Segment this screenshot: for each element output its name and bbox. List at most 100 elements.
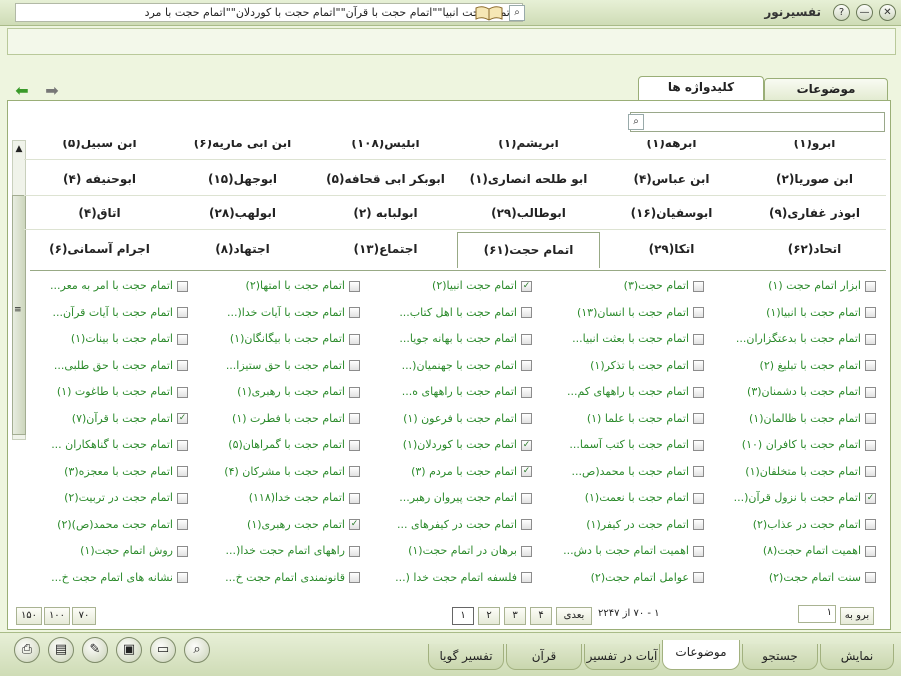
checklist-item[interactable]: اتمام حجت با متخلفان(۱)	[714, 459, 876, 485]
tab-quran[interactable]: قرآن	[506, 644, 582, 670]
checkbox[interactable]	[865, 572, 876, 583]
keyword-item[interactable]: ابریشم(۱)	[457, 140, 600, 160]
checkbox[interactable]	[693, 439, 704, 451]
checkbox[interactable]	[177, 386, 188, 398]
checklist-item[interactable]: روش اتمام حجت(۱)	[26, 538, 188, 564]
keyword-item[interactable]: اجتماع(۱۳)	[314, 232, 457, 266]
search-query-input[interactable]: "اتمام حجت انبیا""اتمام حجت با قرآن""اتم…	[15, 3, 523, 22]
checklist-item[interactable]: نشانه های اتمام حجت خ...	[26, 565, 188, 591]
checkbox[interactable]	[349, 307, 360, 318]
checklist-item[interactable]: اتمام حجت در تربیت(۲)	[26, 485, 188, 511]
keyword-item[interactable]: ابن ابی ماریه(۶)	[171, 140, 314, 160]
keyword-item-selected[interactable]: اتمام حجت(۶۱)	[457, 232, 600, 268]
book-icon[interactable]: ▤	[48, 637, 74, 663]
checklist-item[interactable]: اتمام حجت محمد(ص)(۲)	[26, 512, 188, 538]
checklist-item[interactable]: اتمام حجت با بینات(۱)	[26, 326, 188, 352]
checklist-item[interactable]: اهمیت اتمام حجت(۸)	[714, 538, 876, 564]
checklist-item[interactable]: اتمام حجت با کتب آسما...	[542, 432, 704, 458]
checkbox[interactable]	[693, 360, 704, 371]
checklist-item[interactable]: اتمام حجت با اهل کتاب...	[370, 300, 532, 326]
checklist-item[interactable]: اتمام حجت با آیات قرآن...	[26, 300, 188, 326]
checklist-item[interactable]: سنت اتمام حجت(۲)	[714, 565, 876, 591]
checklist-item[interactable]: اتمام حجت با جهنمیان(...	[370, 353, 532, 379]
checklist-item[interactable]: اتمام حجت با کافران (۱۰)	[714, 432, 876, 458]
checklist-item[interactable]: اتمام حجت با تذکر(۱)	[542, 353, 704, 379]
checklist-item[interactable]: عوامل اتمام حجت(۲)	[542, 565, 704, 591]
keyword-item[interactable]: اتکا(۲۹)	[600, 232, 743, 266]
keyword-item[interactable]: ابوذر غفاری(۹)	[743, 196, 886, 230]
tab-display[interactable]: نمایش	[820, 644, 894, 670]
checklist-item[interactable]: اتمام حجت در عذاب(۲)	[714, 512, 876, 538]
checkbox[interactable]	[521, 492, 532, 504]
keyword-item[interactable]: ابوبکر ابی قحافه(۵)	[314, 162, 457, 196]
search-icon[interactable]: ⌕	[184, 637, 210, 663]
checkbox[interactable]	[349, 439, 360, 451]
keyword-item[interactable]: اجتهاد(۸)	[171, 232, 314, 266]
page-button[interactable]: ۴	[530, 607, 552, 625]
help-icon[interactable]: ?	[833, 4, 850, 21]
checkbox[interactable]	[177, 572, 188, 583]
checkbox[interactable]	[693, 572, 704, 583]
page-button-current[interactable]: ۱	[452, 607, 474, 625]
checkbox[interactable]	[521, 386, 532, 398]
checkbox-checked[interactable]: ✓	[349, 519, 360, 530]
checkbox[interactable]	[693, 413, 704, 424]
checkbox[interactable]	[177, 519, 188, 530]
checkbox[interactable]	[693, 492, 704, 504]
tab-verses-in-commentary[interactable]: آیات در تفسیر	[584, 644, 660, 670]
checklist-item[interactable]: اتمام حجت با محمد(ص...	[542, 459, 704, 485]
checklist-item[interactable]: اتمام حجت با مشرکان (۴)	[198, 459, 360, 485]
checklist-item[interactable]: اتمام حجت با رهبری(۱)	[198, 379, 360, 405]
checklist-item[interactable]: اتمام حجت با انبیا(۱)	[714, 300, 876, 326]
tab-topics-bottom[interactable]: موضوعات	[662, 640, 740, 670]
checklist-item[interactable]: اتمام حجت با راههای کم...	[542, 379, 704, 405]
keyword-item[interactable]: ابولهب(۲۸)	[171, 196, 314, 230]
checklist-item[interactable]: اتمام حجت پیروان رهبر...	[370, 485, 532, 511]
close-icon[interactable]: ✕	[879, 4, 896, 21]
checklist-item[interactable]: فلسفه اتمام حجت خدا (...	[370, 565, 532, 591]
keyword-item[interactable]: اتاق(۴)	[28, 196, 171, 230]
checklist-item[interactable]: ✓ اتمام حجت رهبری(۱)	[198, 512, 360, 538]
checklist-item[interactable]: ابزار اتمام حجت (۱)	[714, 273, 876, 299]
checkbox[interactable]	[865, 519, 876, 530]
checklist-item[interactable]: راههای اتمام حجت خدا(...	[198, 538, 360, 564]
keyword-item[interactable]: اجرام آسمانی(۶)	[28, 232, 171, 266]
checkbox[interactable]	[177, 466, 188, 477]
checklist-item[interactable]: اتمام حجت با امتها(۲)	[198, 273, 360, 299]
checkbox[interactable]	[177, 307, 188, 318]
checkbox[interactable]	[693, 333, 704, 345]
checkbox[interactable]	[693, 307, 704, 318]
keyword-search-input[interactable]	[630, 112, 885, 132]
checklist-item[interactable]: اتمام حجت با فرعون (۱)	[370, 406, 532, 432]
checklist-item[interactable]: اتمام حجت با بعثت انبیا...	[542, 326, 704, 352]
checkbox[interactable]	[865, 333, 876, 345]
window-icon[interactable]: ▣	[116, 637, 142, 663]
checkbox[interactable]	[865, 545, 876, 557]
checklist-item[interactable]: قانونمندی اتمام حجت خ...	[198, 565, 360, 591]
checklist-item[interactable]: اتمام حجت با راههای ه...	[370, 379, 532, 405]
checklist-item[interactable]: اتمام حجت با بیگانگان(۱)	[198, 326, 360, 352]
search-icon[interactable]: ⌕	[509, 5, 525, 21]
keyword-item[interactable]: ابوحنیفه (۴)	[28, 162, 171, 196]
checklist-item[interactable]: اتمام حجت با دشمنان(۳)	[714, 379, 876, 405]
page-size-button[interactable]: ۱۰۰	[44, 607, 70, 625]
keyword-item[interactable]: ابوسفیان(۱۶)	[600, 196, 743, 230]
checklist-item[interactable]: اتمام حجت خدا(۱۱۸)	[198, 485, 360, 511]
checkbox[interactable]	[693, 545, 704, 557]
keyword-item[interactable]: ابن صوریا(۲)	[743, 162, 886, 196]
checkbox[interactable]	[521, 333, 532, 345]
checklist-item[interactable]: اتمام حجت با بدعتگزاران...	[714, 326, 876, 352]
checklist-item[interactable]: اتمام حجت با فطرت (۱)	[198, 406, 360, 432]
search-icon[interactable]: ⌕	[628, 114, 644, 130]
checkbox[interactable]	[349, 413, 360, 424]
checklist-item[interactable]: اتمام حجت در کیفرهای ...	[370, 512, 532, 538]
checkbox-checked[interactable]: ✓	[177, 413, 188, 424]
checkbox[interactable]	[865, 439, 876, 451]
keyword-item[interactable]: ابرو(۱)	[743, 140, 886, 160]
checkbox[interactable]	[865, 307, 876, 318]
checkbox-checked[interactable]: ✓	[865, 492, 876, 504]
checkbox[interactable]	[693, 466, 704, 477]
checklist-item[interactable]: اتمام حجت با علما (۱)	[542, 406, 704, 432]
page-button[interactable]: ۳	[504, 607, 526, 625]
goto-page-input[interactable]: ۱	[798, 605, 836, 623]
